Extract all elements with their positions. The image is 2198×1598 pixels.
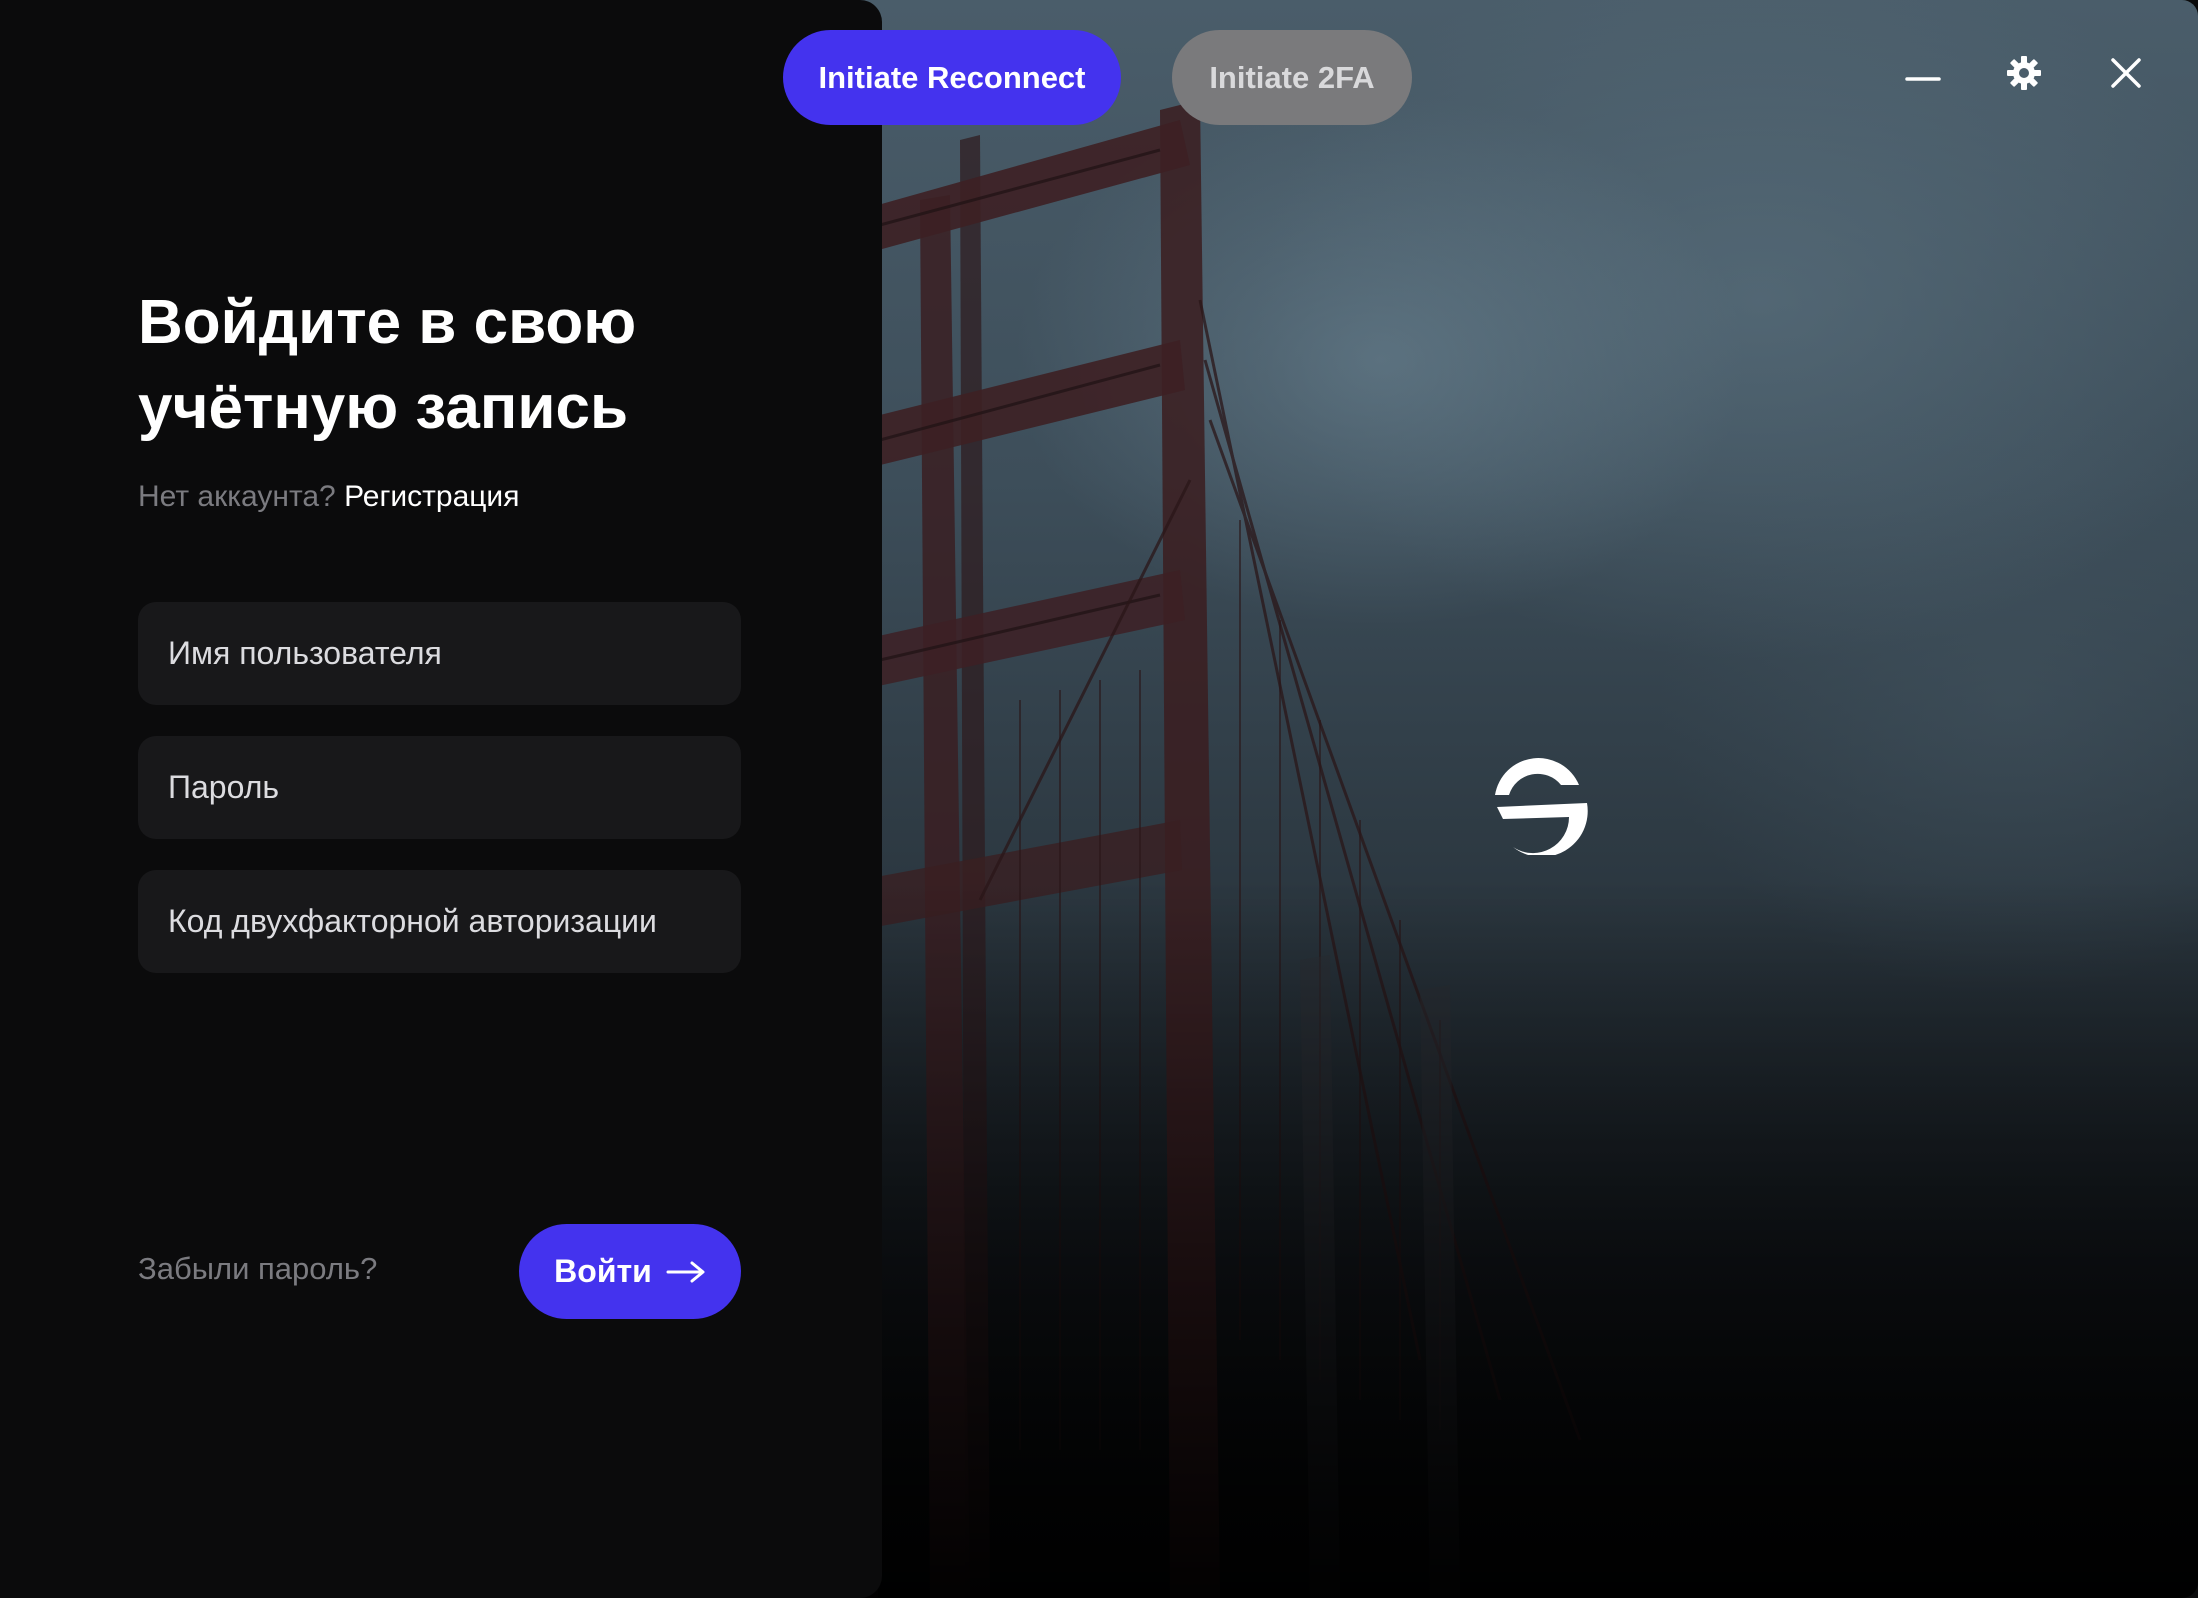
- password-field-container: [138, 736, 741, 839]
- gear-icon: [2007, 56, 2041, 90]
- username-field[interactable]: [138, 602, 741, 705]
- initiate-2fa-button[interactable]: Initiate 2FA: [1172, 30, 1412, 125]
- login-button[interactable]: Войти: [519, 1224, 741, 1319]
- settings-button[interactable]: [1996, 45, 2052, 101]
- forgot-password-link[interactable]: Забыли пароль?: [138, 1251, 377, 1287]
- initiate-reconnect-button[interactable]: Initiate Reconnect: [783, 30, 1121, 125]
- password-field[interactable]: [138, 736, 741, 839]
- app-window: Войдите в свою учётную запись Нет аккаун…: [0, 0, 2198, 1598]
- login-button-label: Войти: [554, 1253, 652, 1289]
- title-line-2: учётную запись: [138, 373, 629, 442]
- login-panel: Войдите в свою учётную запись Нет аккаун…: [0, 0, 882, 1598]
- close-button[interactable]: [2098, 45, 2154, 101]
- title-line-1: Войдите в свою: [138, 288, 637, 357]
- page-title: Войдите в свою учётную запись: [138, 280, 778, 450]
- close-icon: [2111, 58, 2141, 88]
- minimize-icon: [1905, 77, 1941, 81]
- minimize-button[interactable]: [1895, 45, 1951, 101]
- twofa-code-field[interactable]: [138, 870, 741, 973]
- register-prompt: Нет аккаунта? Регистрация: [138, 480, 519, 514]
- no-account-text: Нет аккаунта?: [138, 480, 336, 513]
- username-field-container: [138, 602, 741, 705]
- arrow-right-icon: [666, 1261, 705, 1282]
- brand-logo-icon: [1495, 758, 1588, 855]
- register-link[interactable]: Регистрация: [344, 480, 519, 513]
- twofa-field-container: [138, 870, 741, 973]
